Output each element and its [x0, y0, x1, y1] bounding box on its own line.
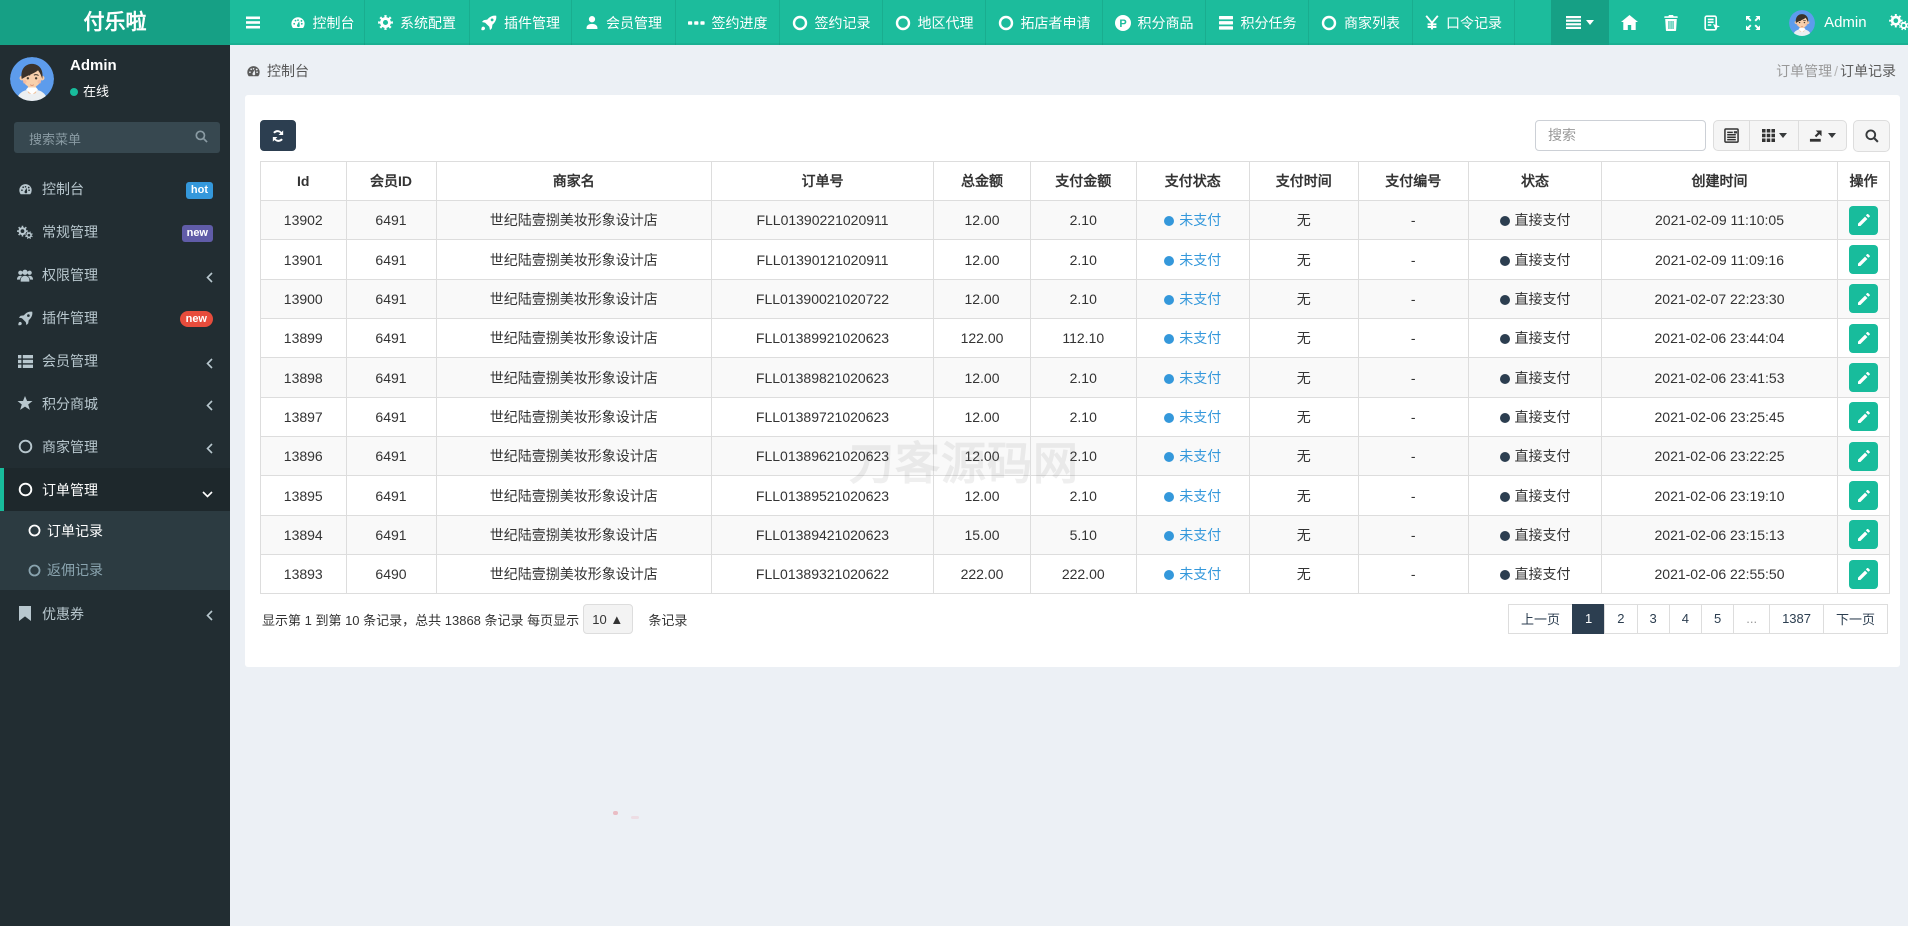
svg-text:P: P	[1119, 18, 1126, 30]
